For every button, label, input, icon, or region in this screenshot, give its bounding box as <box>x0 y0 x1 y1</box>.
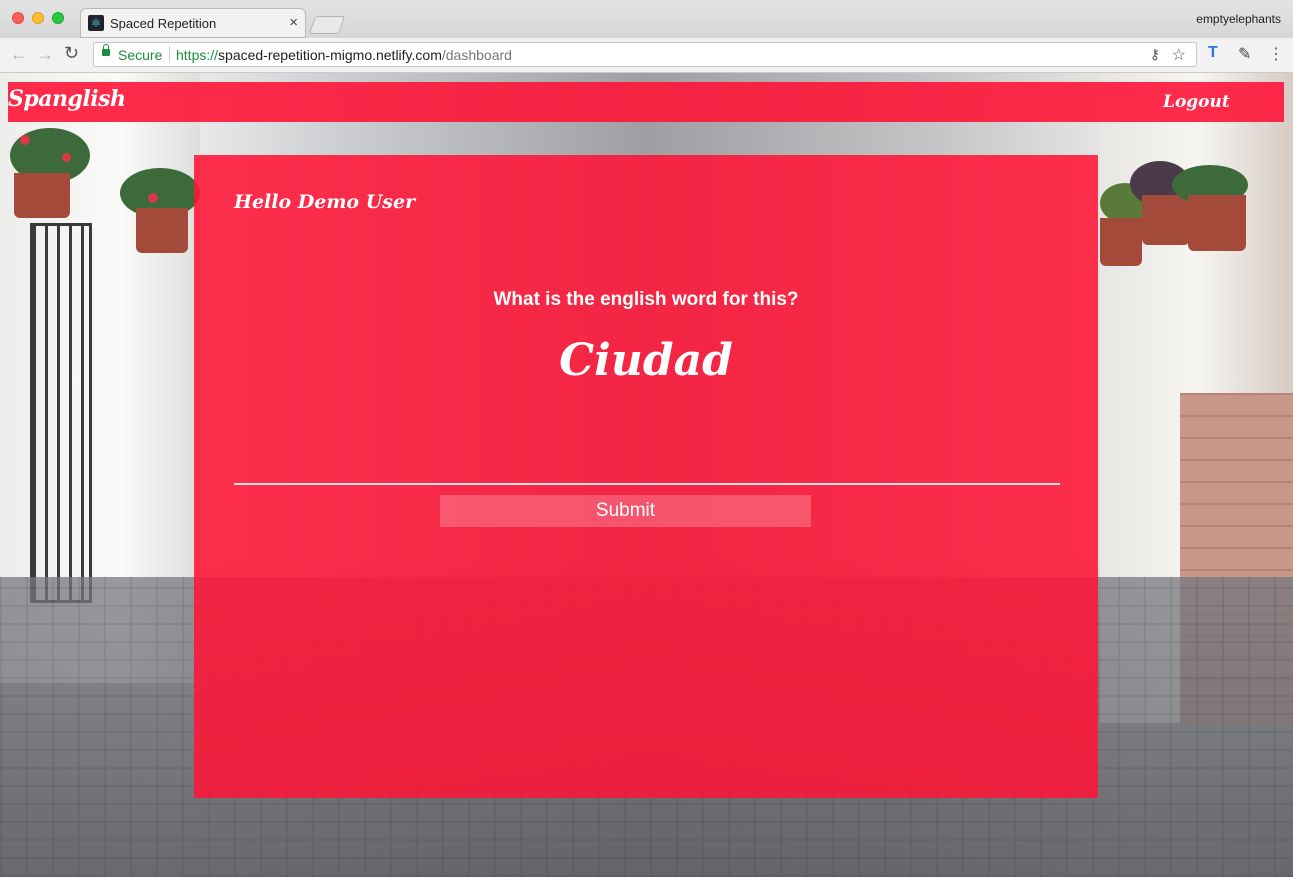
quiz-card: Hello Demo User What is the english word… <box>194 155 1098 798</box>
url-path: /dashboard <box>441 47 512 63</box>
browser-tab[interactable]: ⚛ Spaced Repetition × <box>80 8 306 38</box>
background-flower <box>20 135 30 145</box>
lock-icon <box>102 44 110 56</box>
background-flowerpot <box>1142 195 1190 245</box>
background-flower <box>62 153 71 162</box>
user-greeting: Hello Demo User <box>234 191 416 213</box>
url-host: spaced-repetition-migmo.netlify.com <box>218 47 442 63</box>
question-prompt: What is the english word for this? <box>493 289 799 310</box>
page-viewport: Spanglish Logout Hello Demo User What is… <box>0 73 1293 877</box>
brand-logo[interactable]: Spanglish <box>8 86 126 112</box>
browser-toolbar: ← → ↻ Secure https://spaced-repetition-m… <box>0 38 1293 73</box>
browser-tab-strip: ⚛ Spaced Repetition × emptyelephants <box>0 0 1293 38</box>
address-bar[interactable]: Secure https://spaced-repetition-migmo.n… <box>93 42 1197 67</box>
url-scheme: https:// <box>176 47 219 63</box>
forward-arrow-icon[interactable]: → <box>36 44 54 65</box>
submit-button[interactable]: Submit <box>440 495 811 527</box>
background-flowerpot <box>1188 195 1246 251</box>
react-favicon-icon: ⚛ <box>88 15 104 31</box>
new-tab-button[interactable] <box>308 16 346 34</box>
reload-icon[interactable]: ↻ <box>64 43 79 64</box>
background-flowerpot <box>1100 218 1142 266</box>
key-icon[interactable]: ⚷ <box>1150 46 1160 63</box>
background-flowerpot <box>14 173 70 218</box>
tab-title: Spaced Repetition <box>110 16 217 31</box>
app-navbar: Spanglish Logout <box>8 82 1284 122</box>
background-window-bars <box>30 223 92 603</box>
tab-close-icon[interactable]: × <box>289 14 298 31</box>
background-flowerpot <box>136 208 188 253</box>
url-separator <box>169 46 170 63</box>
profile-name[interactable]: emptyelephants <box>1196 12 1281 26</box>
back-arrow-icon[interactable]: ← <box>10 44 28 65</box>
answer-input[interactable] <box>234 455 1060 485</box>
logout-link[interactable]: Logout <box>1163 92 1230 112</box>
url-text[interactable]: https://spaced-repetition-migmo.netlify.… <box>176 47 512 63</box>
spanish-word: Ciudad <box>559 335 733 386</box>
eyedropper-extension-icon[interactable]: ✎ <box>1238 44 1251 64</box>
close-window-button[interactable] <box>12 12 24 24</box>
minimize-window-button[interactable] <box>32 12 44 24</box>
browser-menu-icon[interactable]: ⋮ <box>1268 44 1284 64</box>
secure-label: Secure <box>118 47 163 63</box>
maximize-window-button[interactable] <box>52 12 64 24</box>
typography-extension-icon[interactable]: T <box>1208 44 1218 62</box>
background-flower <box>148 193 158 203</box>
bookmark-star-icon[interactable]: ☆ <box>1172 45 1186 65</box>
